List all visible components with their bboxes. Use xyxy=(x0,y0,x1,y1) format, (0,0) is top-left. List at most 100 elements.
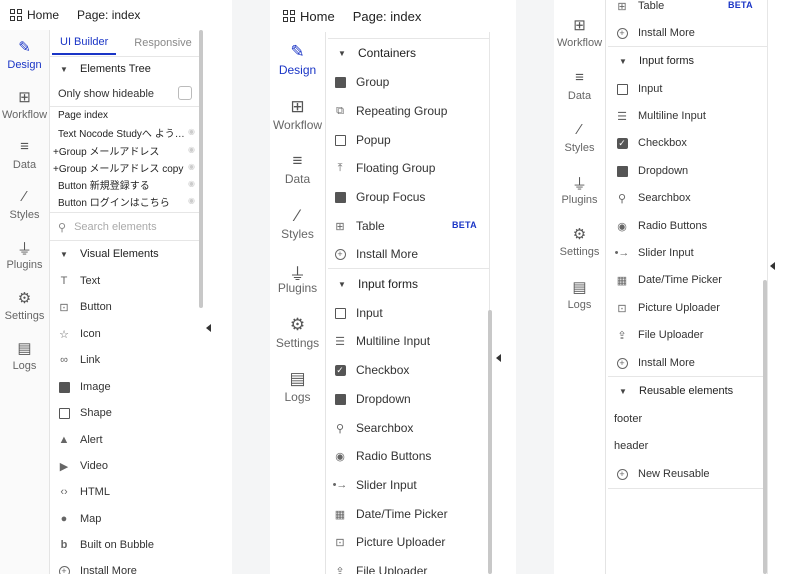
eye-icon[interactable]: ◉ xyxy=(188,145,226,154)
element-multiline-input[interactable]: ☰ Multiline Input xyxy=(608,108,767,124)
element-video[interactable]: ▶ Video xyxy=(58,458,200,474)
element-radio-buttons[interactable]: ◉ Radio Buttons xyxy=(608,218,767,234)
element-install-more[interactable]: + Install More xyxy=(328,246,489,262)
collapse-panel-icon[interactable] xyxy=(206,324,211,332)
rail-workflow[interactable]: ⊞ Workflow xyxy=(0,88,49,121)
rail-data[interactable]: ≡ Data xyxy=(270,151,325,186)
right-sidebar-rail: ⊞ Workflow ≡ Data ⁄ Styles ⏚ Plugins ⚙ S… xyxy=(554,0,606,574)
element-image[interactable]: Image xyxy=(58,379,200,395)
middle-scrollbar[interactable] xyxy=(488,310,492,574)
element-install-more[interactable]: + Install More xyxy=(608,355,767,371)
element-datetime-picker[interactable]: ▦ Date/Time Picker xyxy=(328,506,489,522)
element-group[interactable]: Group xyxy=(328,74,489,90)
reusable-footer[interactable]: footer xyxy=(608,411,767,427)
eye-icon[interactable]: ◉ xyxy=(188,179,226,188)
element-link[interactable]: ∞ Link xyxy=(58,352,200,368)
input-forms-header[interactable]: ▼ Input forms xyxy=(608,53,767,69)
plus-circle-icon: + xyxy=(334,248,346,260)
rail-design[interactable]: ✎ Design xyxy=(270,42,325,77)
rail-workflow[interactable]: ⊞ Workflow xyxy=(270,97,325,132)
rail-styles[interactable]: ⁄ Styles xyxy=(554,121,605,154)
collapse-panel-icon[interactable] xyxy=(496,354,501,362)
element-built-on-bubble[interactable]: b Built on Bubble xyxy=(58,537,200,553)
element-shape[interactable]: Shape xyxy=(58,405,200,421)
tree-item-group[interactable]: +Group メールアドレス xyxy=(53,143,159,158)
element-searchbox[interactable]: ⚲ Searchbox xyxy=(608,190,767,206)
rail-styles[interactable]: ⁄ Styles xyxy=(270,206,325,241)
element-picture-uploader[interactable]: ⊡ Picture Uploader xyxy=(328,534,489,550)
element-group-focus[interactable]: Group Focus xyxy=(328,189,489,205)
rail-logs[interactable]: ▤ Logs xyxy=(554,278,605,311)
element-input[interactable]: Input xyxy=(608,81,767,97)
rail-design[interactable]: ✎ Design xyxy=(0,38,49,71)
rail-logs[interactable]: ▤ Logs xyxy=(270,369,325,404)
element-alert[interactable]: ▲ Alert xyxy=(58,432,200,448)
new-reusable-button[interactable]: + New Reusable xyxy=(608,466,767,482)
element-slider-input[interactable]: •→ Slider Input xyxy=(608,245,767,261)
rail-logs[interactable]: ▤ Logs xyxy=(0,339,49,372)
element-map[interactable]: ● Map xyxy=(58,511,200,527)
element-icon[interactable]: ☆ Icon xyxy=(58,326,200,342)
element-label: Install More xyxy=(356,247,419,261)
element-dropdown[interactable]: Dropdown xyxy=(608,163,767,179)
collapse-panel-icon[interactable] xyxy=(770,262,775,270)
home-button[interactable]: Home xyxy=(270,0,345,32)
only-show-hideable-checkbox[interactable] xyxy=(178,86,192,100)
tree-item-text[interactable]: Text Nocode Studyへ よう… xyxy=(58,125,185,140)
search-elements[interactable]: ⚲ Search elements xyxy=(58,219,157,235)
rail-workflow[interactable]: ⊞ Workflow xyxy=(554,16,605,49)
elements-tree-header[interactable]: ▼ Elements Tree xyxy=(58,61,200,77)
rail-plugins[interactable]: ⏚ Plugins xyxy=(270,260,325,295)
rail-settings[interactable]: ⚙ Settings xyxy=(554,225,605,258)
element-floating-group[interactable]: ⤒ Floating Group xyxy=(328,160,489,176)
tree-item-group-copy[interactable]: +Group メールアドレス copy xyxy=(53,160,183,175)
tab-responsive[interactable]: Responsive xyxy=(126,30,199,55)
element-repeating-group[interactable]: ⧉ Repeating Group xyxy=(328,103,489,119)
left-scrollbar[interactable] xyxy=(199,30,203,308)
element-file-uploader[interactable]: ⇪ File Uploader xyxy=(328,563,489,574)
tree-item-button-signup[interactable]: Button 新規登録する xyxy=(58,177,150,192)
tree-item-page[interactable]: Page index xyxy=(58,110,108,121)
database-icon: ≡ xyxy=(292,151,303,170)
element-dropdown[interactable]: Dropdown xyxy=(328,391,489,407)
rail-plugins[interactable]: ⏚ Plugins xyxy=(554,173,605,206)
tab-ui-builder[interactable]: UI Builder xyxy=(52,30,117,55)
reusable-header[interactable]: header xyxy=(608,438,767,454)
rail-styles[interactable]: ⁄ Styles xyxy=(0,188,49,221)
rail-settings[interactable]: ⚙ Settings xyxy=(0,289,49,322)
rail-plugins[interactable]: ⏚ Plugins xyxy=(0,238,49,271)
rail-data[interactable]: ≡ Data xyxy=(0,138,49,171)
rail-data[interactable]: ≡ Data xyxy=(554,69,605,102)
rail-settings[interactable]: ⚙ Settings xyxy=(270,315,325,350)
element-install-more[interactable]: + Install More xyxy=(608,25,767,41)
input-forms-header[interactable]: ▼ Input forms xyxy=(328,276,489,292)
brush-icon: ⁄ xyxy=(578,121,581,138)
visual-elements-header[interactable]: ▼ Visual Elements xyxy=(58,246,200,262)
element-slider-input[interactable]: •→ Slider Input xyxy=(328,477,489,493)
home-button[interactable]: Home xyxy=(0,0,69,30)
element-searchbox[interactable]: ⚲ Searchbox xyxy=(328,420,489,436)
eye-icon[interactable]: ◉ xyxy=(188,196,226,205)
element-radio-buttons[interactable]: ◉ Radio Buttons xyxy=(328,448,489,464)
element-multiline-input[interactable]: ☰ Multiline Input xyxy=(328,333,489,349)
reusable-elements-header[interactable]: ▼ Reusable elements xyxy=(608,383,767,399)
radio-icon: ◉ xyxy=(617,220,627,233)
element-button[interactable]: ⊡ Button xyxy=(58,299,200,315)
element-picture-uploader[interactable]: ⊡ Picture Uploader xyxy=(608,300,767,316)
element-checkbox[interactable]: ✓ Checkbox xyxy=(328,362,489,378)
element-file-uploader[interactable]: ⇪ File Uploader xyxy=(608,327,767,343)
element-text[interactable]: T Text xyxy=(58,273,200,289)
right-scrollbar[interactable] xyxy=(763,280,767,574)
eye-icon[interactable]: ◉ xyxy=(188,127,226,136)
containers-header[interactable]: ▼ Containers xyxy=(328,45,489,61)
page-selector[interactable]: Page: index xyxy=(69,0,148,30)
element-input[interactable]: Input xyxy=(328,305,489,321)
tree-item-button-login[interactable]: Button ログインはこちら xyxy=(58,194,170,209)
element-popup[interactable]: Popup xyxy=(328,132,489,148)
eye-icon[interactable]: ◉ xyxy=(188,162,226,171)
page-selector[interactable]: Page: index xyxy=(345,0,430,32)
element-html[interactable]: ‹› HTML xyxy=(58,484,200,500)
element-datetime-picker[interactable]: ▦ Date/Time Picker xyxy=(608,272,767,288)
element-install-more[interactable]: + Install More xyxy=(58,563,200,574)
element-checkbox[interactable]: ✓ Checkbox xyxy=(608,135,767,151)
